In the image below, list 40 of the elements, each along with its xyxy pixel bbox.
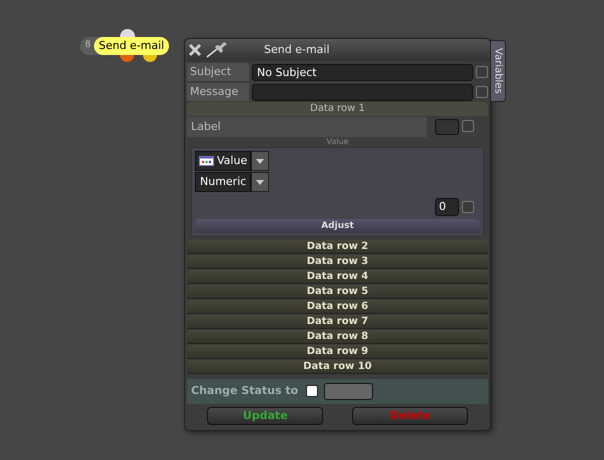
caret-icon — [256, 158, 264, 164]
status-select[interactable] — [324, 383, 374, 400]
text-field[interactable] — [252, 84, 473, 100]
data-row-header[interactable]: Data row 4 — [187, 270, 488, 284]
checkbox[interactable] — [476, 86, 488, 98]
node-body[interactable]: 8 Send e-mail — [80, 37, 170, 55]
data-row-header[interactable]: Data row 1 — [187, 102, 488, 116]
node-tooltip: Send e-mail — [94, 37, 170, 55]
caret-icon — [256, 180, 264, 184]
data-row-header[interactable]: Data row 2 — [187, 240, 488, 254]
close-icon[interactable] — [188, 43, 202, 57]
data-row-header[interactable]: Data row 7 — [187, 315, 488, 329]
checkbox[interactable] — [462, 201, 474, 213]
data-row-header[interactable]: Data row 9 — [187, 345, 488, 359]
text-field[interactable]: No Subject — [252, 64, 473, 80]
checkbox[interactable] — [476, 66, 488, 78]
data-row-header[interactable]: Data row 6 — [187, 300, 488, 314]
data-row-header[interactable]: Data row 10 — [187, 360, 488, 374]
side-tab[interactable]: Variables — [490, 40, 506, 102]
color-swatch[interactable] — [435, 119, 459, 135]
data-row-header[interactable]: Data row 5 — [187, 285, 488, 299]
section-heading: Value — [326, 137, 350, 147]
status-label: Change Status to — [191, 383, 298, 400]
window-title: Send e-mail — [264, 42, 330, 58]
checkbox[interactable] — [306, 384, 318, 396]
dropdown-arrow-button[interactable] — [251, 172, 270, 192]
dropdown-arrow-button[interactable] — [251, 151, 270, 171]
node-number: 8 — [85, 39, 91, 52]
number-field[interactable]: 0 — [435, 198, 459, 216]
format-select[interactable]: Numeric — [195, 172, 252, 192]
adjust-button[interactable]: Adjust — [195, 219, 480, 233]
value-type-icon — [199, 156, 214, 166]
type-select[interactable]: Value — [195, 151, 252, 171]
checkbox[interactable] — [462, 120, 474, 132]
label-field[interactable]: Label — [187, 117, 427, 137]
update-button[interactable]: Update — [207, 407, 324, 425]
field-label: Subject — [187, 63, 249, 81]
data-row-header[interactable]: Data row 8 — [187, 330, 488, 344]
data-row-header[interactable]: Data row 3 — [187, 255, 488, 269]
field-label: Message — [187, 83, 249, 101]
